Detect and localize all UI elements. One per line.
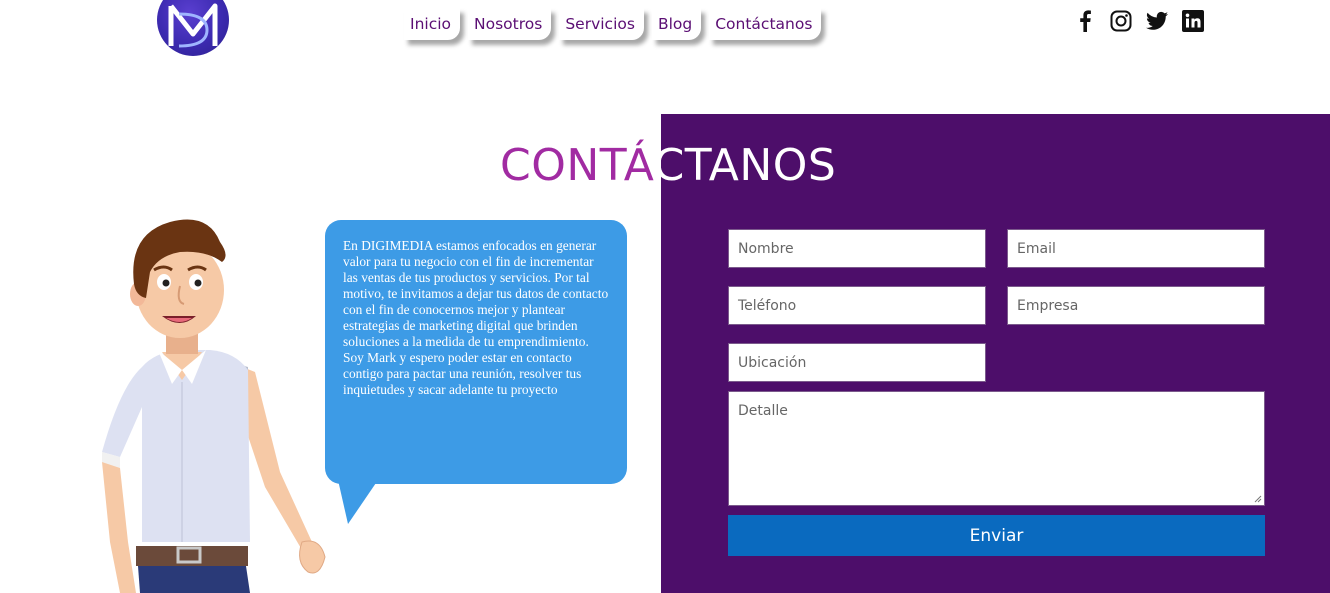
nombre-placeholder: Nombre bbox=[738, 240, 794, 257]
nav-item-nosotros[interactable]: Nosotros bbox=[468, 8, 552, 40]
nav-item-inicio[interactable]: Inicio bbox=[404, 8, 461, 40]
telefono-field[interactable]: Teléfono bbox=[728, 286, 986, 325]
email-placeholder: Email bbox=[1017, 240, 1056, 257]
detalle-textarea[interactable]: Detalle bbox=[728, 391, 1265, 506]
telefono-placeholder: Teléfono bbox=[738, 297, 797, 314]
twitter-icon[interactable] bbox=[1146, 10, 1168, 32]
send-button[interactable]: Enviar bbox=[728, 515, 1265, 556]
facebook-icon[interactable] bbox=[1074, 10, 1096, 32]
speech-bubble: En DIGIMEDIA estamos enfocados en genera… bbox=[325, 220, 627, 484]
page-title: CONTÁCTANOS bbox=[500, 140, 836, 196]
ubicacion-field[interactable]: Ubicación bbox=[728, 343, 986, 382]
mascot-illustration bbox=[102, 219, 326, 593]
nav-item-blog[interactable]: Blog bbox=[651, 8, 702, 40]
page-title-left: CONTÁ bbox=[500, 140, 654, 191]
empresa-field[interactable]: Empresa bbox=[1007, 286, 1265, 325]
logo[interactable] bbox=[157, 0, 229, 56]
main-nav: Inicio Nosotros Servicios Blog Contáctan… bbox=[404, 8, 822, 40]
email-field[interactable]: Email bbox=[1007, 229, 1265, 268]
ubicacion-placeholder: Ubicación bbox=[738, 354, 807, 371]
empresa-placeholder: Empresa bbox=[1017, 297, 1079, 314]
nav-item-contactanos[interactable]: Contáctanos bbox=[709, 8, 822, 40]
intro-text: En DIGIMEDIA estamos enfocados en genera… bbox=[343, 238, 609, 397]
detalle-placeholder: Detalle bbox=[738, 403, 788, 419]
resize-handle-icon[interactable] bbox=[1254, 495, 1262, 503]
linkedin-icon[interactable] bbox=[1182, 10, 1204, 32]
page-title-right: CTANOS bbox=[653, 140, 837, 191]
speech-bubble-tail bbox=[338, 480, 378, 524]
nombre-field[interactable]: Nombre bbox=[728, 229, 986, 268]
logo-mark-icon bbox=[168, 3, 218, 48]
social-links bbox=[1074, 10, 1204, 32]
nav-item-servicios[interactable]: Servicios bbox=[559, 8, 644, 40]
instagram-icon[interactable] bbox=[1110, 10, 1132, 32]
